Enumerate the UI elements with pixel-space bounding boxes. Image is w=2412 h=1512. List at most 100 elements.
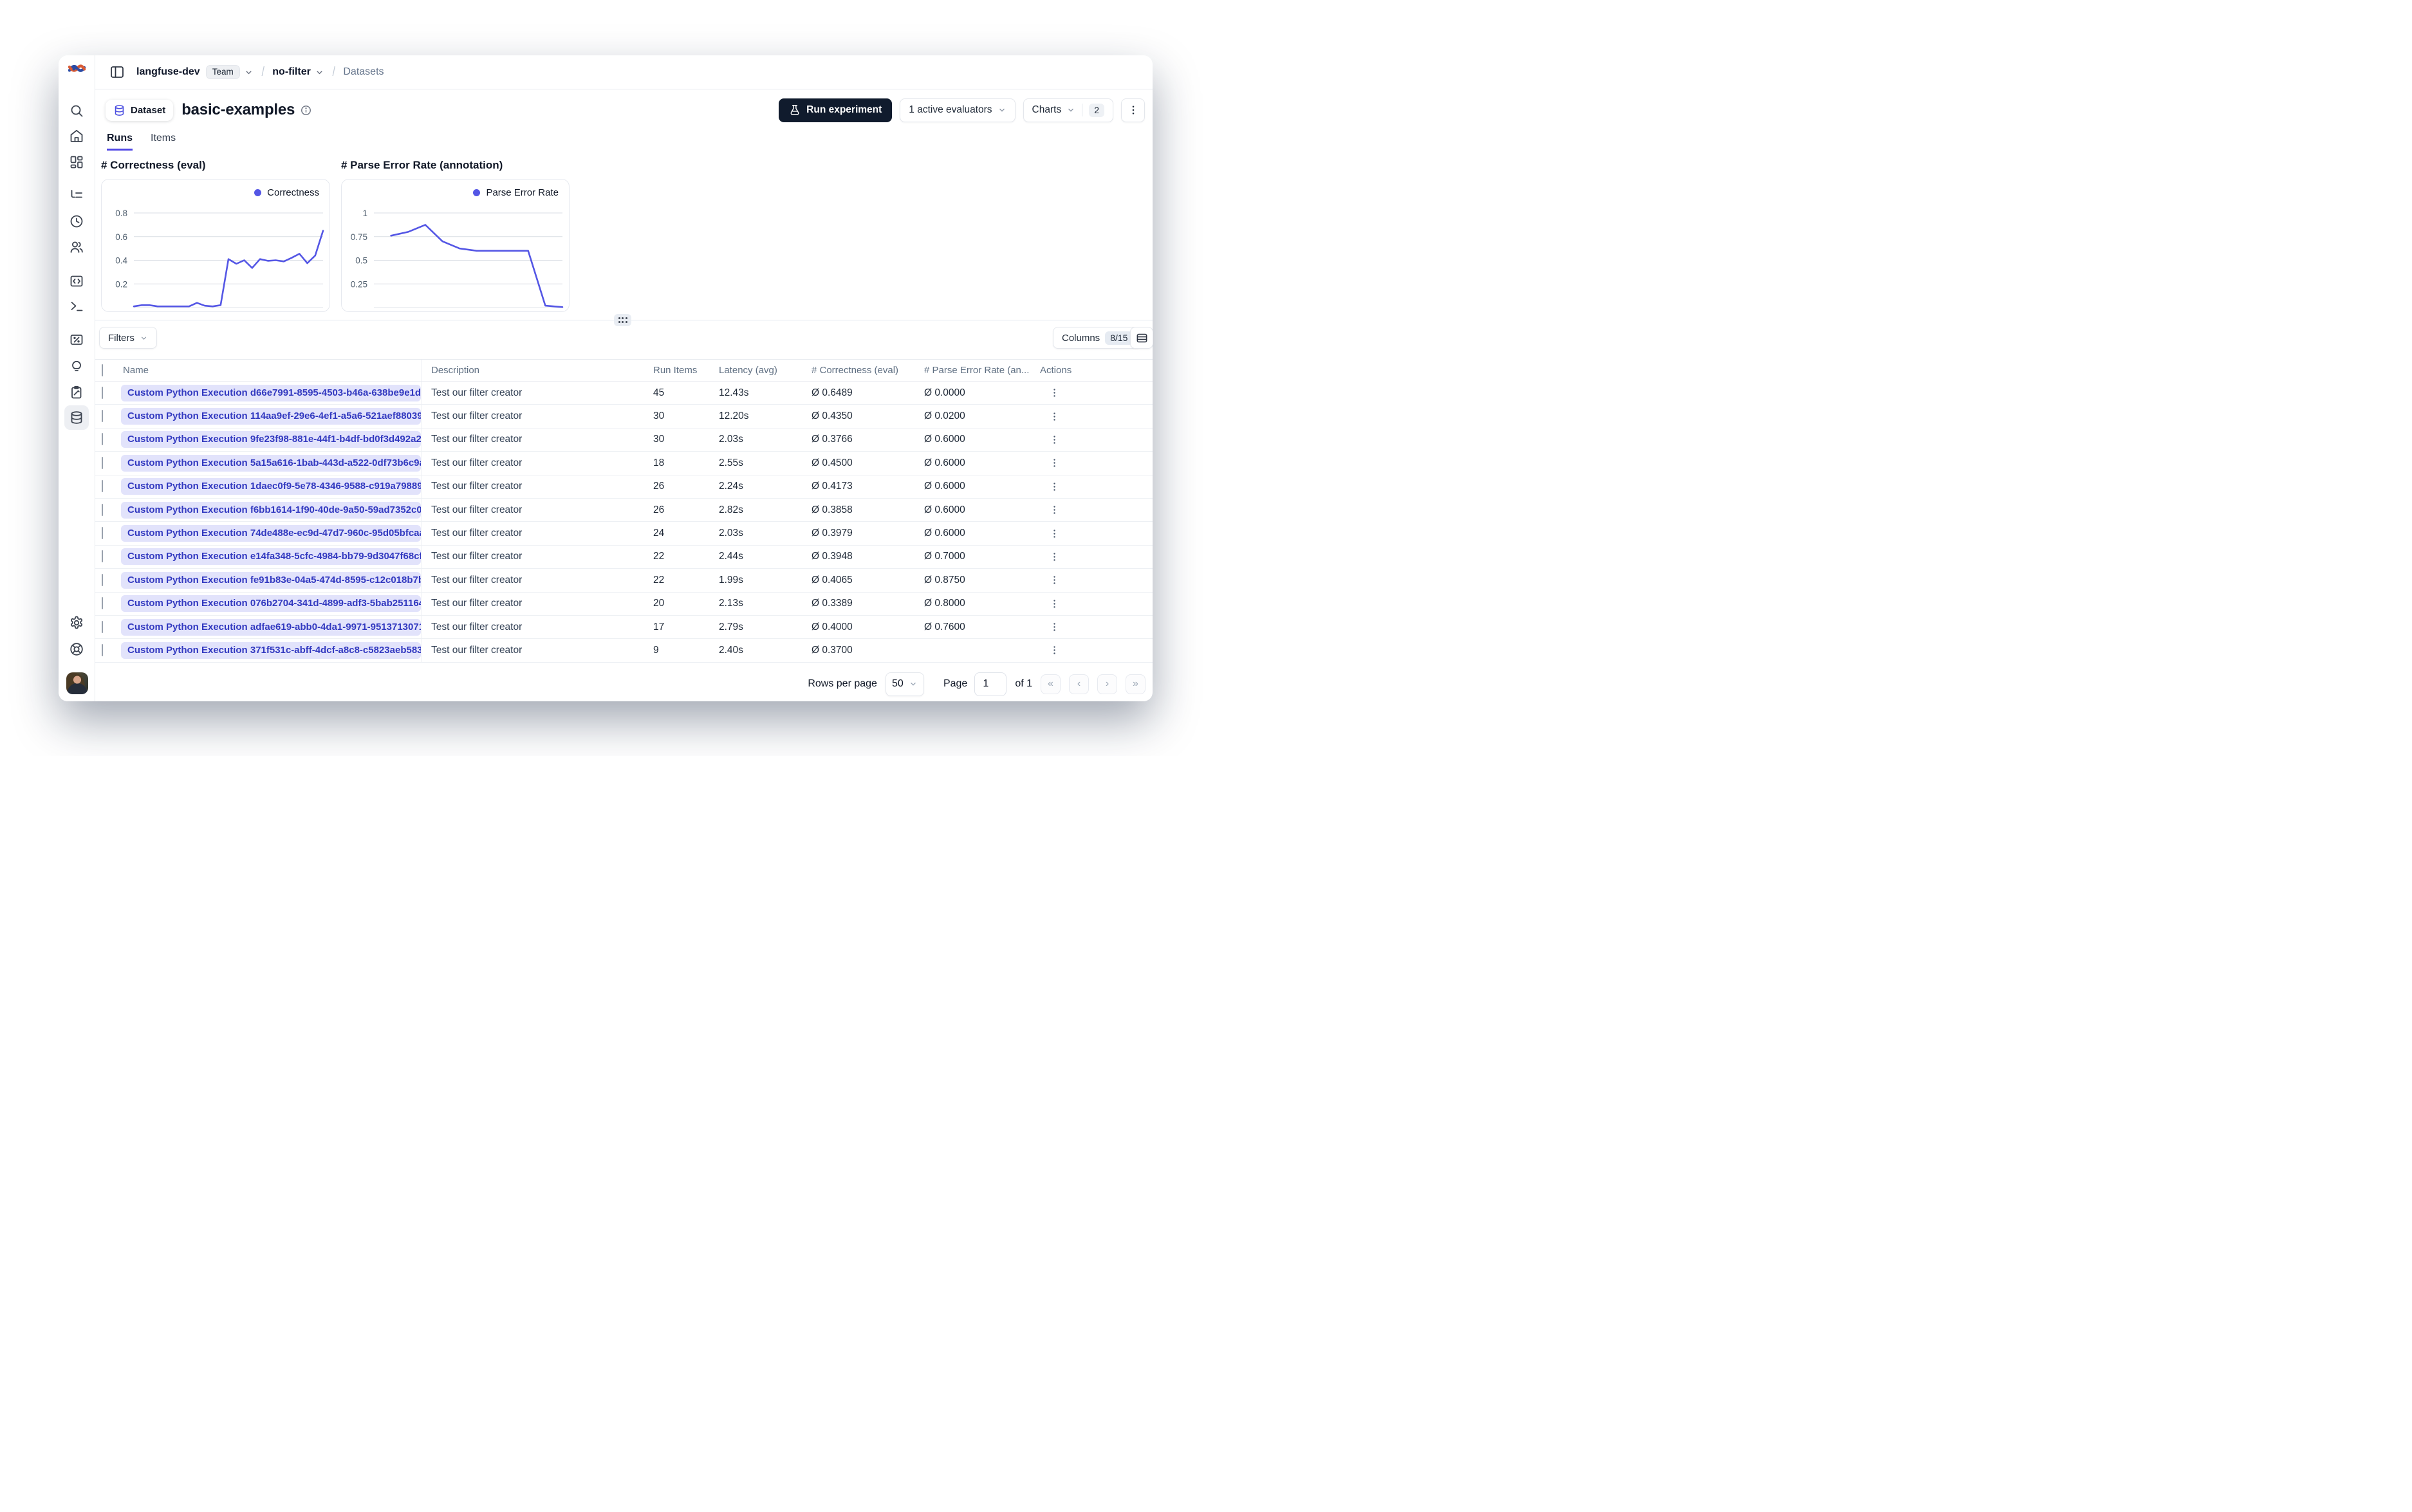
row-actions-button[interactable] [1045,407,1063,425]
row-actions-button[interactable] [1045,477,1063,495]
breadcrumb-environment[interactable]: no-filter [272,66,311,78]
playground-icon[interactable] [64,294,89,318]
page-number-input[interactable]: 1 [974,672,1007,696]
column-header-description[interactable]: Description [422,365,653,376]
run-name-pill[interactable]: Custom Python Execution adfae619-abb0-4d… [121,618,421,636]
run-correctness: Ø 0.3389 [812,598,853,609]
page-total-label: of 1 [1015,678,1032,689]
sidebar-toggle-icon[interactable] [108,63,126,81]
settings-icon[interactable] [64,611,89,635]
users-icon[interactable] [64,235,89,259]
row-checkbox[interactable] [102,386,103,399]
first-page-button[interactable]: « [1041,674,1061,694]
row-actions-cell [1040,524,1153,542]
row-actions-button[interactable] [1045,548,1063,566]
row-checkbox[interactable] [102,480,103,493]
table-row: Custom Python Execution f6bb1614-1f90-40… [95,498,1153,522]
breadcrumb-section[interactable]: Datasets [343,66,384,78]
row-actions-button[interactable] [1045,524,1063,542]
run-items: 30 [653,434,665,445]
row-actions-button[interactable] [1045,384,1063,402]
datasets-icon[interactable] [64,405,89,430]
run-name-pill[interactable]: Custom Python Execution 114aa9ef-29e6-4e… [121,408,421,425]
column-header-correctness[interactable]: # Correctness (eval) [812,365,924,376]
previous-page-button[interactable]: ‹ [1069,674,1089,694]
run-name-pill[interactable]: Custom Python Execution 5a15a616-1bab-44… [121,454,421,472]
langfuse-logo-icon[interactable] [68,60,86,77]
run-name-pill[interactable]: Custom Python Execution fe91b83e-04a5-47… [121,571,421,589]
row-actions-button[interactable] [1045,595,1063,613]
run-name-pill[interactable]: Custom Python Execution e14fa348-5cfc-49… [121,548,421,566]
search-icon[interactable] [64,98,89,123]
chevron-down-icon [1068,108,1074,112]
run-name-pill[interactable]: Custom Python Execution d66e7991-8595-45… [121,384,421,401]
tracing-icon[interactable] [64,183,89,208]
row-checkbox[interactable] [102,643,103,656]
row-checkbox[interactable] [102,410,103,423]
tab-runs[interactable]: Runs [107,133,133,151]
run-name-pill[interactable]: Custom Python Execution 1daec0f9-5e78-43… [121,478,421,495]
last-page-button[interactable]: » [1126,674,1146,694]
table-row: Custom Python Execution e14fa348-5cfc-49… [95,545,1153,569]
row-height-button[interactable] [1130,327,1153,349]
row-checkbox[interactable] [102,433,103,446]
row-actions-button[interactable] [1045,571,1063,589]
row-actions-button[interactable] [1045,641,1063,659]
chevron-down-icon[interactable] [244,68,254,77]
topbar: langfuse-dev Team / no-filter / Datasets [95,55,1153,89]
info-icon[interactable] [301,105,311,116]
lightbulb-icon[interactable] [64,355,89,379]
row-checkbox[interactable] [102,503,103,516]
run-latency: 2.24s [719,481,743,492]
home-icon[interactable] [64,124,89,148]
row-actions-button[interactable] [1045,430,1063,448]
row-checkbox[interactable] [102,597,103,610]
select-all-checkbox[interactable] [102,364,103,376]
charts-dropdown[interactable]: Charts 2 [1023,98,1113,122]
run-description: Test our filter creator [431,481,523,492]
column-header-run-items[interactable]: Run Items [653,365,719,376]
run-name-pill[interactable]: Custom Python Execution 371f531c-abff-4d… [121,641,421,659]
columns-button[interactable]: Columns 8/15 [1053,327,1142,349]
row-checkbox[interactable] [102,573,103,586]
run-name-pill[interactable]: Custom Python Execution f6bb1614-1f90-40… [121,501,421,519]
support-icon[interactable] [64,637,89,661]
run-name-pill[interactable]: Custom Python Execution 076b2704-341d-48… [121,595,421,613]
prompts-icon[interactable] [64,269,89,293]
row-actions-button[interactable] [1045,454,1063,472]
breadcrumb-project[interactable]: langfuse-dev [136,66,200,78]
run-name-cell: Custom Python Execution 1daec0f9-5e78-43… [117,475,422,498]
run-items: 22 [653,551,665,562]
column-header-parse-error-rate[interactable]: # Parse Error Rate (an... [924,365,1040,376]
annotation-queues-icon[interactable] [64,380,89,405]
more-actions-button[interactable] [1121,98,1145,122]
row-checkbox[interactable] [102,527,103,540]
row-actions-button[interactable] [1045,501,1063,519]
run-name-pill[interactable]: Custom Python Execution 74de488e-ec9d-47… [121,525,421,542]
tab-items[interactable]: Items [151,133,176,151]
column-header-latency[interactable]: Latency (avg) [719,365,812,376]
row-checkbox[interactable] [102,456,103,469]
run-experiment-button[interactable]: Run experiment [779,98,893,122]
row-checkbox[interactable] [102,550,103,563]
run-parse-error-rate: Ø 0.0200 [924,410,965,422]
run-name-cell: Custom Python Execution 74de488e-ec9d-47… [117,522,422,545]
chevron-down-icon[interactable] [315,68,324,77]
run-experiment-label: Run experiment [806,104,882,115]
filters-label: Filters [108,332,135,344]
evaluators-dropdown[interactable]: 1 active evaluators [900,98,1016,122]
sessions-icon[interactable] [64,209,89,234]
correctness-chart-card: Correctness 0.2 0.4 0.6 0.8 [101,179,330,312]
resize-handle[interactable] [614,314,631,326]
run-name-pill[interactable]: Custom Python Execution 9fe23f98-881e-44… [121,431,421,448]
dashboards-icon[interactable] [64,150,89,174]
row-checkbox[interactable] [102,620,103,633]
evaluators-icon[interactable] [64,327,89,352]
row-checkbox-cell [95,550,117,563]
page-size-select[interactable]: 50 [885,672,924,696]
column-header-name[interactable]: Name [117,360,422,381]
row-actions-button[interactable] [1045,618,1063,636]
next-page-button[interactable]: › [1097,674,1117,694]
filters-button[interactable]: Filters [99,327,157,349]
user-avatar[interactable] [66,672,88,694]
